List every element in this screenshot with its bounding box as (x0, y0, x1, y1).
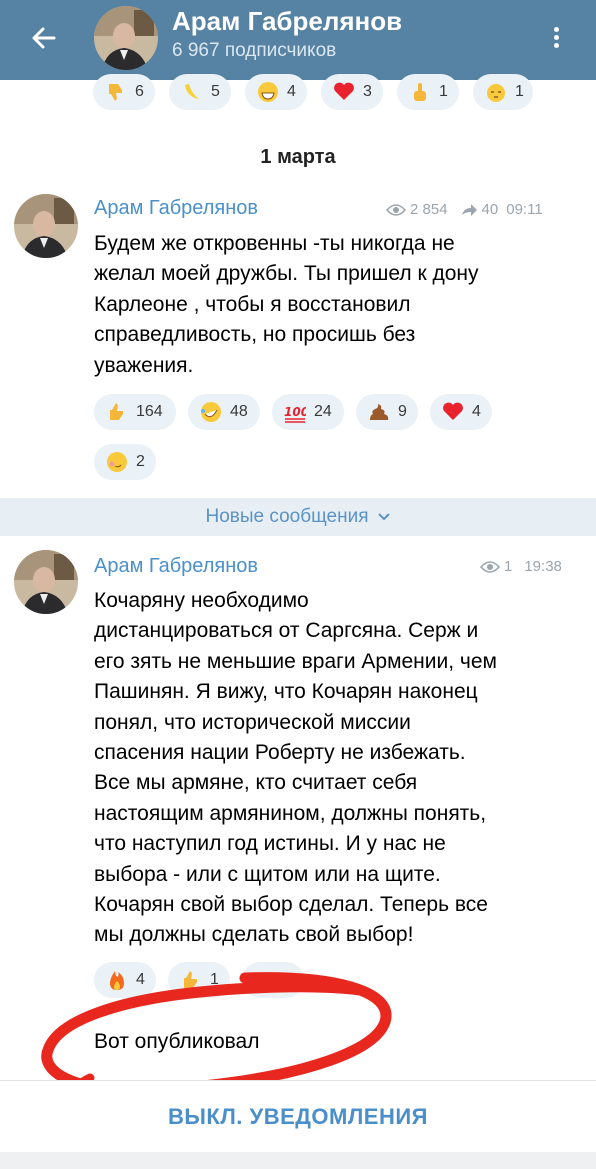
thumbs-down-icon (105, 81, 127, 103)
thumbs-up-icon (180, 969, 202, 991)
mute-notifications-button[interactable]: ВЫКЛ. УВЕДОМЛЕНИЯ (168, 1104, 428, 1130)
message-meta: 1 19:38 (480, 558, 562, 575)
reaction-woozy[interactable]: 2 (94, 444, 156, 480)
message-author-avatar[interactable] (14, 194, 78, 258)
reaction-thumbs-up[interactable]: 164 (94, 394, 176, 430)
message-author[interactable]: Арам Габрелянов (94, 197, 258, 220)
hundred-icon: 100 (254, 969, 276, 991)
chevron-down-icon (377, 513, 390, 521)
woozy-face-icon (106, 451, 128, 473)
reaction-rofl[interactable]: 48 (188, 394, 260, 430)
views-count: 2 854 (410, 201, 448, 218)
heart-icon (333, 81, 355, 103)
banana-icon (181, 81, 203, 103)
poop-icon (368, 401, 390, 423)
hundred-icon: 100 (284, 401, 306, 423)
middle-finger-icon (409, 81, 431, 103)
forward-icon (461, 203, 477, 216)
reaction-hundred[interactable]: 100 1 (242, 962, 304, 998)
chat-header: Арам Габрелянов 6 967 подписчиков (0, 0, 596, 80)
message-meta: 2 854 40 09:11 (386, 201, 543, 218)
message-time: 09:11 (506, 201, 543, 218)
red-circle-annotation (41, 972, 392, 1103)
date-separator: 1 марта (260, 146, 336, 168)
sleeping-icon (485, 81, 507, 103)
grin-icon (257, 81, 279, 103)
heart-icon (442, 401, 464, 423)
svg-text:100: 100 (254, 973, 276, 987)
svg-text:100: 100 (284, 405, 306, 419)
message-text: Будем же откровенны -ты никогда не желал… (94, 232, 479, 377)
reaction-fire[interactable]: 4 (94, 962, 156, 998)
views-count: 1 (504, 558, 513, 575)
channel-title[interactable]: Арам Габрелянов (172, 6, 402, 37)
reaction-thumbs-down[interactable]: 6 (93, 74, 155, 110)
message-author[interactable]: Арам Габрелянов (94, 555, 258, 578)
reaction-hundred[interactable]: 100 24 (272, 394, 344, 430)
thumbs-up-icon (106, 401, 128, 423)
message-text: Кочаряну необходимо дистанцироваться от … (94, 589, 497, 947)
new-messages-divider[interactable]: Новые сообщения (0, 498, 596, 536)
reaction-middle-finger[interactable]: 1 (397, 74, 459, 110)
forwards-count: 40 (481, 201, 499, 218)
bottom-action-bar: ВЫКЛ. УВЕДОМЛЕНИЯ (0, 1080, 596, 1152)
bottom-strip (0, 1152, 596, 1169)
reaction-heart[interactable]: 4 (430, 394, 492, 430)
views-icon (480, 560, 500, 573)
reaction-banana[interactable]: 5 (169, 74, 231, 110)
reaction-heart[interactable]: 3 (321, 74, 383, 110)
rofl-icon (200, 401, 222, 423)
reaction-thumbs-up[interactable]: 1 (168, 962, 230, 998)
fire-icon (106, 969, 128, 991)
back-arrow-icon[interactable] (26, 20, 62, 56)
more-menu-icon[interactable] (546, 24, 566, 54)
message-time: 19:38 (524, 558, 562, 575)
annotation-caption: Вот опубликовал (94, 1030, 260, 1053)
message-author-avatar[interactable] (14, 550, 78, 614)
reaction-poop[interactable]: 9 (356, 394, 418, 430)
views-icon (386, 203, 406, 216)
reaction-sleeping[interactable]: 1 (473, 74, 533, 110)
channel-avatar[interactable] (94, 6, 158, 70)
reaction-grin[interactable]: 4 (245, 74, 307, 110)
subscriber-count: 6 967 подписчиков (172, 40, 337, 61)
